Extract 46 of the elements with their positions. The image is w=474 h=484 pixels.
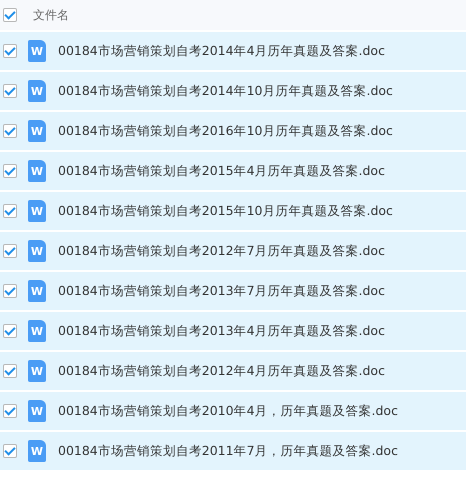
checkbox[interactable] xyxy=(3,364,17,378)
checkbox[interactable] xyxy=(3,404,17,418)
checkbox[interactable] xyxy=(3,244,17,258)
file-row[interactable]: W 00184市场营销策划自考2013年7月历年真题及答案.doc xyxy=(0,272,466,310)
file-row[interactable]: W 00184市场营销策划自考2016年10月历年真题及答案.doc xyxy=(0,112,466,150)
file-name: 00184市场营销策划自考2014年4月历年真题及答案.doc xyxy=(58,42,385,60)
file-name: 00184市场营销策划自考2015年10月历年真题及答案.doc xyxy=(58,202,393,220)
file-name: 00184市场营销策划自考2014年10月历年真题及答案.doc xyxy=(58,82,393,100)
document-icon: W xyxy=(28,440,46,462)
document-icon: W xyxy=(28,400,46,422)
document-icon: W xyxy=(28,240,46,262)
document-icon: W xyxy=(28,160,46,182)
file-name: 00184市场营销策划自考2012年7月历年真题及答案.doc xyxy=(58,242,385,260)
checkbox[interactable] xyxy=(3,8,17,22)
file-row[interactable]: W 00184市场营销策划自考2015年4月历年真题及答案.doc xyxy=(0,152,466,190)
file-row[interactable]: W 00184市场营销策划自考2014年10月历年真题及答案.doc xyxy=(0,72,466,110)
file-row[interactable]: W 00184市场营销策划自考2012年7月历年真题及答案.doc xyxy=(0,232,466,270)
file-row[interactable]: W 00184市场营销策划自考2013年4月历年真题及答案.doc xyxy=(0,312,466,350)
checkbox[interactable] xyxy=(3,84,17,98)
checkbox[interactable] xyxy=(3,44,17,58)
checkbox[interactable] xyxy=(3,124,17,138)
file-name: 00184市场营销策划自考2013年7月历年真题及答案.doc xyxy=(58,282,385,300)
document-icon: W xyxy=(28,200,46,222)
checkbox[interactable] xyxy=(3,444,17,458)
document-icon: W xyxy=(28,120,46,142)
document-icon: W xyxy=(28,80,46,102)
document-icon: W xyxy=(28,40,46,62)
file-name: 00184市场营销策划自考2016年10月历年真题及答案.doc xyxy=(58,122,393,140)
document-icon: W xyxy=(28,360,46,382)
column-header: 文件名 xyxy=(33,6,69,24)
checkbox[interactable] xyxy=(3,324,17,338)
file-name: 00184市场营销策划自考2015年4月历年真题及答案.doc xyxy=(58,162,385,180)
file-row[interactable]: W 00184市场营销策划自考2012年4月历年真题及答案.doc xyxy=(0,352,466,390)
file-row[interactable]: W 00184市场营销策划自考2015年10月历年真题及答案.doc xyxy=(0,192,466,230)
file-name: 00184市场营销策划自考2013年4月历年真题及答案.doc xyxy=(58,322,385,340)
file-name: 00184市场营销策划自考2011年7月，历年真题及答案.doc xyxy=(58,442,398,460)
document-icon: W xyxy=(28,280,46,302)
file-row[interactable]: W 00184市场营销策划自考2011年7月，历年真题及答案.doc xyxy=(0,432,466,470)
checkbox[interactable] xyxy=(3,284,17,298)
file-row[interactable]: W 00184市场营销策划自考2014年4月历年真题及答案.doc xyxy=(0,32,466,70)
file-row[interactable]: W 00184市场营销策划自考2010年4月，历年真题及答案.doc xyxy=(0,392,466,430)
file-name: 00184市场营销策划自考2010年4月，历年真题及答案.doc xyxy=(58,402,398,420)
file-name: 00184市场营销策划自考2012年4月历年真题及答案.doc xyxy=(58,362,385,380)
checkbox[interactable] xyxy=(3,204,17,218)
document-icon: W xyxy=(28,320,46,342)
checkbox[interactable] xyxy=(3,164,17,178)
